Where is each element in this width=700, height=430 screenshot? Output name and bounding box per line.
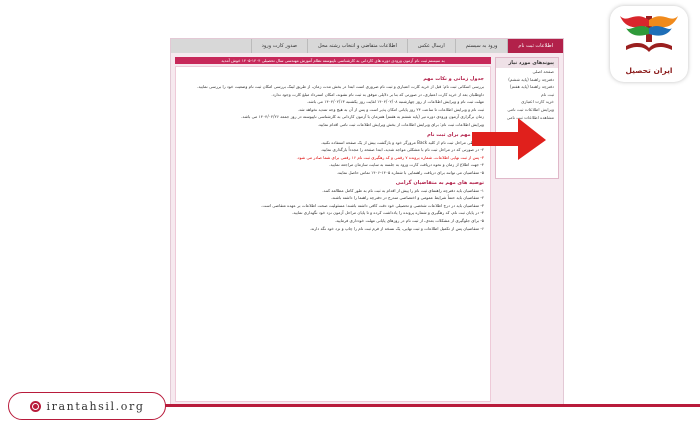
book-tree-icon	[620, 16, 678, 52]
sidebar-item-register[interactable]: ثبت نام	[496, 91, 558, 99]
sidebar-item-guide-7[interactable]: دفترچه راهنما (پایه هفتم)	[496, 83, 558, 91]
tab-registration-info[interactable]: اطلاعات ثبت نام	[507, 39, 563, 53]
paragraph: ۲- متقاضیان باید حتماً شرایط عمومی و اخت…	[330, 195, 484, 201]
paragraph: ۴- جهت اطلاع از زمان و نحوه دریافت کارت …	[329, 162, 484, 168]
paragraph-highlight: ۳- پس از ثبت نهایی اطلاعات، شماره پرونده…	[296, 154, 485, 160]
tab-applicant-info[interactable]: اطلاعات متقاضی و انتخاب رشته محل	[307, 39, 407, 53]
paragraph: ۳- متقاضیان باید در درج اطلاعات شخصی و ت…	[261, 202, 484, 208]
paragraph: ثبت نام و ویرایش اطلاعات تا ساعت ۲۴ روز …	[297, 106, 484, 112]
sidebar-item-buy-card[interactable]: خرید کارت اعتباری	[496, 98, 558, 106]
paragraph: ۱- در طی مراحل ثبت نام از کلید Back مرور…	[320, 139, 484, 145]
paragraph: ۶- متقاضیان پس از تکمیل اطلاعات و ثبت نه…	[309, 225, 484, 231]
red-arrow-icon	[472, 118, 546, 160]
tab-entry-card[interactable]: صدور کارت ورود	[250, 39, 307, 53]
main-content: جدول زمانی و نکات مهم بررسی اسکانی ثبت ن…	[175, 66, 491, 402]
browser-screenshot: اطلاعات ثبت نام ورود به سیستم ارسال عکس …	[170, 38, 564, 406]
site-url: irantahsil.org	[46, 399, 145, 413]
site-url-badge[interactable]: irantahsil.org	[8, 392, 166, 420]
paragraph: داوطلبان بعد از خرید کارت اعتباری، در صو…	[271, 91, 484, 97]
paragraph: ۴- در پایان ثبت نام، کد رهگیری و شماره پ…	[291, 210, 484, 216]
welcome-banner: به سیستم ثبت نام آزمون ورودی دوره های کا…	[175, 57, 491, 64]
section-title-schedule: جدول زمانی و نکات مهم	[423, 76, 484, 82]
paragraph: بررسی اسکانی ثبت نام: قبل از خرید کارت ا…	[197, 84, 484, 89]
paragraph: ویرایش اطلاعات ثبت نام: برای ویرایش اطلا…	[317, 121, 484, 127]
paragraph: مهلت ثبت نام و ویرایش اطلاعات از روز چها…	[306, 99, 484, 105]
page: اطلاعات ثبت نام ورود به سیستم ارسال عکس …	[0, 0, 700, 430]
top-nav: اطلاعات ثبت نام ورود به سیستم ارسال عکس …	[171, 39, 563, 53]
paragraph: ۱- متقاضیان باید دفترچه راهنمای ثبت نام …	[322, 187, 484, 193]
sidebar-item-home[interactable]: صفحه اصلی	[496, 68, 558, 76]
globe-icon	[29, 400, 41, 412]
logo-text: ایران تحصیل	[625, 66, 673, 75]
tab-login[interactable]: ورود به سیستم	[454, 39, 508, 53]
site-footer: irantahsil.org	[0, 392, 700, 422]
footer-bar	[160, 404, 700, 407]
section-title-registration-notes: نکات مهم برای ثبت نام	[427, 131, 484, 138]
paragraph: ۵- متقاضیان می توانند برای دریافت راهنما…	[336, 169, 484, 175]
brand-logo: ایران تحصیل	[610, 6, 688, 82]
sidebar-title: پیوندهای مورد نیاز	[496, 58, 558, 68]
paragraph: زمان برگزاری آزمون ورودی دوره تیر (پایه …	[241, 114, 484, 120]
sidebar-item-guide-6[interactable]: دفترچه راهنما (پایه ششم)	[496, 76, 558, 84]
section-title-recommendations: توصیه های مهم به متقاضیان گرامی	[395, 179, 484, 186]
tab-send-photo[interactable]: ارسال عکس	[406, 39, 455, 53]
paragraph: ۵- برای جلوگیری از مشکلات بعدی، از ثبت ن…	[334, 217, 484, 223]
paragraph: ۲- در صورتی که در مراحل ثبت نام با مشکلی…	[320, 147, 484, 153]
